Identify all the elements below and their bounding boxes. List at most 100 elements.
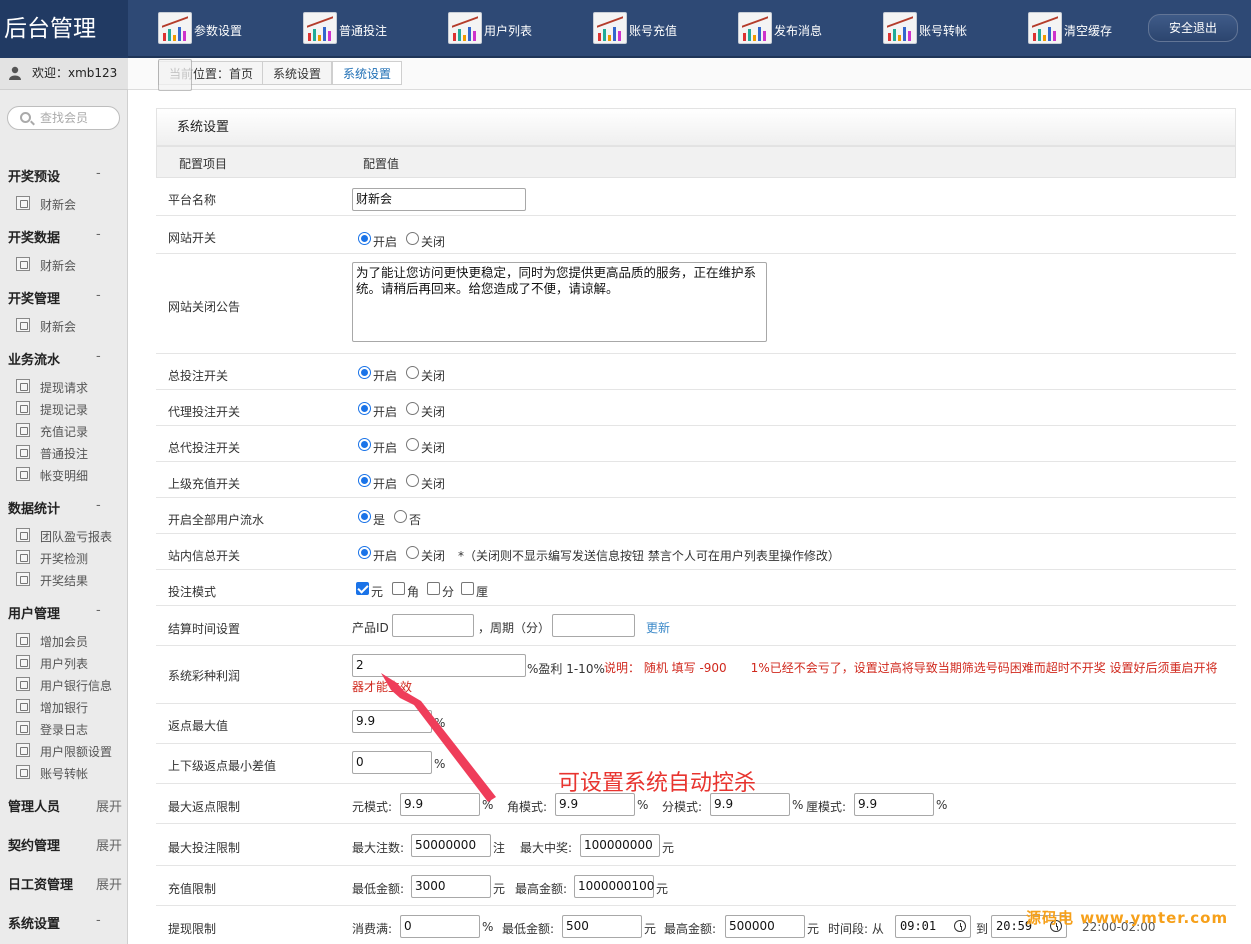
general-agent-on-radio[interactable] [358, 438, 371, 451]
sidebar-item[interactable]: 开奖检测 [14, 548, 128, 568]
breadcrumb-current: 系统设置 [332, 61, 403, 85]
site-on-radio[interactable] [358, 232, 371, 245]
sidebar-group-toggle[interactable]: - [96, 166, 101, 181]
row-label: 结算时间设置 [168, 622, 241, 636]
sidebar-item[interactable]: 财新会 [14, 316, 128, 336]
row-label: 返点最大值 [168, 719, 229, 733]
sidebar-item-label: 财新会 [40, 320, 77, 334]
sidebar-item[interactable]: 登录日志 [14, 719, 128, 739]
recharge-max-input[interactable]: 1000000100 [574, 875, 654, 898]
general-agent-off-radio[interactable] [406, 438, 419, 451]
sidebar-item[interactable]: 用户限额设置 [14, 741, 128, 761]
agent-bet-on-radio[interactable] [358, 402, 371, 415]
row-general-agent-bet-switch: 总代投注开关 开启 关闭 [156, 426, 1236, 462]
sidebar-item[interactable]: 增加银行 [14, 697, 128, 717]
mode-jiao-checkbox[interactable] [392, 582, 405, 595]
sidebar-group-title: 管理人员 [8, 800, 61, 815]
sidebar-group-toggle[interactable]: - [96, 603, 101, 618]
menu-item-icon [16, 743, 30, 757]
sidebar-item[interactable]: 财新会 [14, 255, 128, 275]
nav-item-label: 账号充值 [629, 24, 678, 38]
sidebar-item[interactable]: 帐变明细 [14, 465, 128, 485]
sidebar-group-toggle[interactable]: - [96, 498, 101, 513]
withdraw-min-input[interactable]: 500 [562, 915, 642, 938]
radio-label: 开启 [373, 441, 398, 455]
time-from-input[interactable]: 09:01 [895, 915, 971, 938]
sidebar-item[interactable]: 账号转帐 [14, 763, 128, 783]
limit-label: 最高金额: [515, 882, 568, 896]
site-msg-off-radio[interactable] [406, 546, 419, 559]
sidebar-group-toggle[interactable]: 展开 [96, 874, 122, 893]
sidebar-group-toggle[interactable]: 展开 [96, 835, 122, 854]
recharge-min-input[interactable]: 3000 [411, 875, 491, 898]
sidebar-item[interactable]: 提现请求 [14, 377, 128, 397]
bet-on-radio[interactable] [358, 366, 371, 379]
li-mode-input[interactable]: 9.9 [854, 793, 934, 816]
max-bets-input[interactable]: 50000000 [411, 834, 491, 857]
consume-input[interactable]: 0 [400, 915, 480, 938]
row-bet-limit: 最大投注限制 最大注数: 50000000 注 最大中奖: 100000000 … [156, 824, 1236, 866]
sidebar-item[interactable]: 用户列表 [14, 653, 128, 673]
close-notice-textarea[interactable]: 为了能让您访问更快更稳定，同时为您提供更高品质的服务，正在维护系统。请稍后再回来… [352, 262, 767, 342]
user-flow-off-radio[interactable] [394, 510, 407, 523]
breadcrumb-item[interactable]: 系统设置 [262, 61, 333, 85]
update-link[interactable]: 更新 [646, 619, 670, 636]
sidebar-item[interactable]: 财新会 [14, 194, 128, 214]
menu-item-icon [16, 633, 30, 647]
row-label: 代理投注开关 [168, 405, 241, 419]
period-input[interactable] [552, 614, 635, 637]
row-label: 总投注开关 [168, 369, 229, 383]
mode-li-checkbox[interactable] [461, 582, 474, 595]
bet-off-radio[interactable] [406, 366, 419, 379]
sidebar-item[interactable]: 充值记录 [14, 421, 128, 441]
row-label: 总代投注开关 [168, 441, 241, 455]
menu-item-icon [16, 721, 30, 735]
menu-item-icon [16, 677, 30, 691]
agent-bet-off-radio[interactable] [406, 402, 419, 415]
rebate-max-input[interactable]: 9.9 [352, 710, 432, 733]
menu-item-icon [16, 196, 30, 210]
sidebar-group-toggle[interactable]: - [96, 288, 101, 303]
site-msg-note: *（关闭则不显示编写发送信息按钮 禁言个人可在用户列表里操作修改） [458, 549, 840, 563]
nav-item-label: 清空缓存 [1064, 24, 1113, 38]
mode-fen-checkbox[interactable] [427, 582, 440, 595]
limit-label: 最大注数: [352, 841, 405, 855]
logout-button[interactable]: 安全退出 [1148, 14, 1238, 42]
sidebar-item[interactable]: 增加会员 [14, 631, 128, 651]
radio-label: 关闭 [421, 549, 446, 563]
sidebar-group-toggle[interactable]: - [96, 227, 101, 242]
chart-icon [738, 12, 772, 44]
sidebar-group-toggle[interactable]: - [96, 913, 101, 928]
max-win-input[interactable]: 100000000 [580, 834, 660, 857]
sidebar-item[interactable]: 提现记录 [14, 399, 128, 419]
limit-label: 最大中奖: [520, 841, 573, 855]
sidebar-item-label: 普通投注 [40, 447, 89, 461]
mode-yuan-checkbox[interactable] [356, 582, 369, 595]
settings-panel: 系统设置 配置项目 配置值 平台名称 财新会 网站开关 开启 关闭 网站关闭公告… [156, 108, 1236, 944]
sidebar-group-toggle[interactable]: 展开 [96, 796, 122, 815]
sidebar-group-title: 系统设置 [8, 917, 61, 932]
withdraw-max-input[interactable]: 500000 [725, 915, 805, 938]
upper-recharge-off-radio[interactable] [406, 474, 419, 487]
sidebar-item[interactable]: 用户银行信息 [14, 675, 128, 695]
sidebar-item-label: 财新会 [40, 198, 77, 212]
site-off-radio[interactable] [406, 232, 419, 245]
radio-label: 是 [373, 513, 386, 527]
user-icon [9, 66, 21, 80]
sidebar-item[interactable]: 开奖结果 [14, 570, 128, 590]
sidebar-item[interactable]: 普通投注 [14, 443, 128, 463]
rebate-diff-input[interactable]: 0 [352, 751, 432, 774]
unit-label: % [434, 716, 446, 730]
site-msg-on-radio[interactable] [358, 546, 371, 559]
member-search-input[interactable]: 查找会员 [7, 106, 120, 130]
search-icon [20, 112, 31, 123]
yuan-mode-input[interactable]: 9.9 [400, 793, 480, 816]
sidebar-group-toggle[interactable]: - [96, 349, 101, 364]
platform-name-input[interactable]: 财新会 [352, 188, 526, 211]
nav-item-label: 参数设置 [194, 24, 243, 38]
user-flow-on-radio[interactable] [358, 510, 371, 523]
sidebar-item[interactable]: 团队盈亏报表 [14, 526, 128, 546]
product-id-input[interactable] [392, 614, 474, 637]
sidebar-group-title: 契约管理 [8, 839, 61, 854]
upper-recharge-on-radio[interactable] [358, 474, 371, 487]
